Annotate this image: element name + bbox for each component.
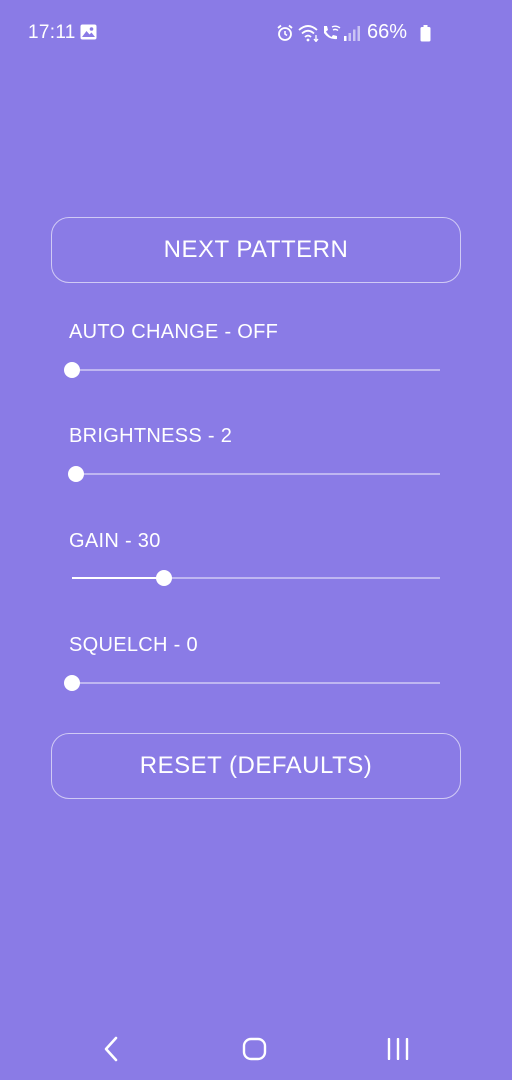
- squelch-slider[interactable]: [64, 675, 440, 691]
- gain-label: GAIN - 30: [69, 530, 161, 552]
- gallery-icon: [80, 24, 97, 40]
- auto-change-slider[interactable]: [64, 362, 440, 378]
- wifi-icon: [298, 25, 319, 42]
- slider-thumb[interactable]: [64, 675, 80, 691]
- slider-thumb[interactable]: [156, 570, 172, 586]
- battery-percent: 66%: [367, 21, 408, 43]
- slider-thumb[interactable]: [67, 466, 84, 482]
- reset-defaults-button[interactable]: RESET (DEFAULTS): [51, 733, 461, 799]
- slider-fill: [72, 577, 164, 579]
- home-icon[interactable]: [242, 1037, 268, 1061]
- wifi-calling-icon: [324, 25, 341, 40]
- signal-icon: [344, 26, 360, 41]
- recents-icon[interactable]: [386, 1038, 410, 1060]
- back-icon[interactable]: [101, 1036, 121, 1062]
- brightness-slider[interactable]: [67, 466, 440, 482]
- slider-thumb[interactable]: [64, 362, 80, 378]
- auto-change-label: AUTO CHANGE - OFF: [69, 321, 279, 343]
- alarm-icon: [277, 24, 293, 41]
- brightness-label: BRIGHTNESS - 2: [69, 425, 233, 447]
- squelch-label: SQUELCH - 0: [69, 634, 198, 656]
- app-screen: 17:11 66% NEXT PATTERN AUTO CHANGE - OFF…: [0, 0, 512, 1080]
- gain-slider[interactable]: [72, 570, 440, 586]
- battery-icon: [420, 25, 431, 42]
- status-bar: 17:11 66%: [0, 0, 512, 66]
- status-time: 17:11: [28, 22, 76, 43]
- next-pattern-button[interactable]: NEXT PATTERN: [51, 217, 461, 283]
